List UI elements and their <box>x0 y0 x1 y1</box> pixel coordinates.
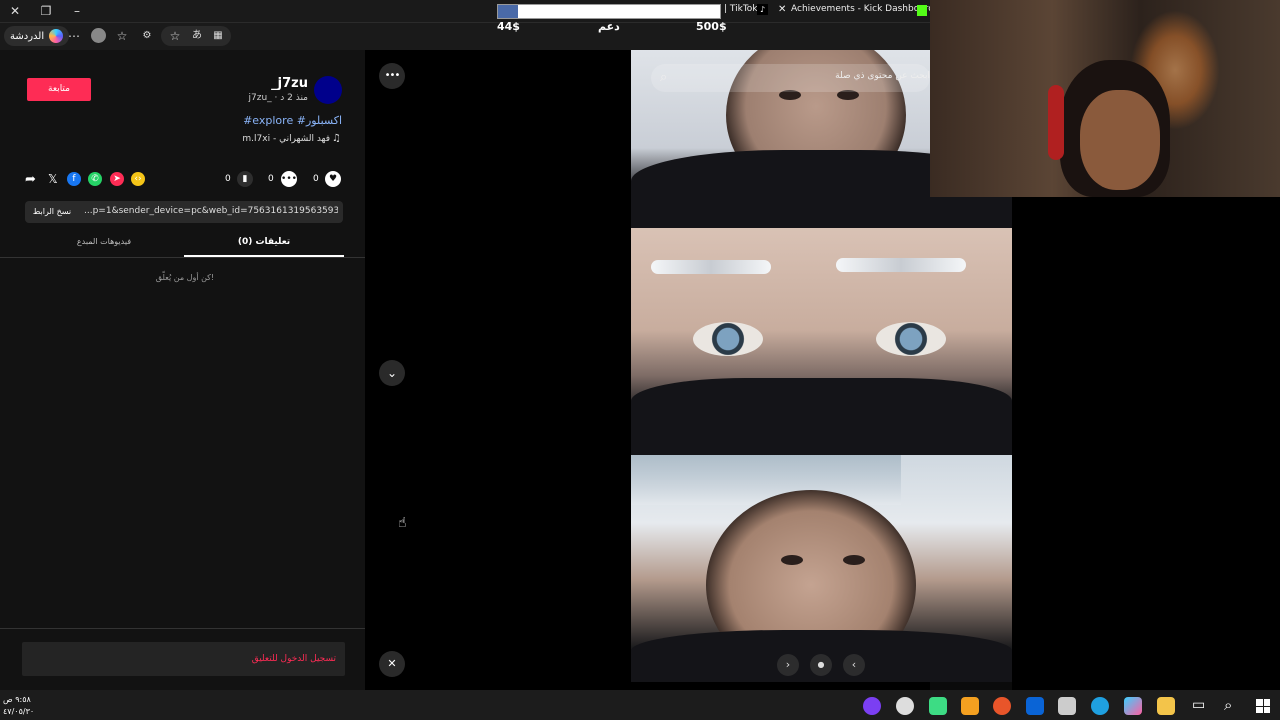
store-icon[interactable] <box>1058 697 1076 715</box>
embed-icon[interactable]: ‹› <box>131 172 145 186</box>
more-options-icon[interactable]: ⋯ <box>67 26 81 46</box>
slide-indicator-dot[interactable]: ● <box>810 654 832 676</box>
share-arrow-icon[interactable]: ➦ <box>25 172 36 187</box>
headphone-icon <box>1048 85 1064 160</box>
mouse-cursor-icon: ☝ <box>398 515 407 531</box>
copilot-icon <box>49 29 64 43</box>
favorite-star-icon[interactable]: ☆ <box>168 26 182 46</box>
like-count: 0 <box>313 174 319 184</box>
task-view-icon[interactable]: ▭ <box>1192 697 1205 713</box>
split-screen-icon[interactable]: ▦ <box>211 26 225 46</box>
login-divider <box>0 628 365 629</box>
mute-icon[interactable]: ✕ <box>379 651 405 677</box>
more-options-icon[interactable]: ••• <box>379 63 405 89</box>
chevron-down-icon[interactable]: ⌄ <box>379 360 405 386</box>
bookmark-icon[interactable]: ▮ <box>237 171 253 187</box>
streamer-face <box>1080 90 1160 190</box>
app-icon-5[interactable] <box>993 697 1011 715</box>
telegram-icon[interactable]: ➤ <box>110 172 124 186</box>
music-note-icon: ♫ <box>332 133 341 144</box>
app-icon-4[interactable] <box>961 697 979 715</box>
windows-taskbar <box>0 690 1280 720</box>
chat-label: الدردشة <box>10 30 45 42</box>
minimize-window-icon[interactable]: – <box>70 1 84 21</box>
related-search-placeholder[interactable]: ابحث عن محتوى ذي صلة <box>783 71 930 81</box>
restore-window-icon[interactable]: ❐ <box>39 1 53 21</box>
follow-button[interactable]: متابعة <box>27 78 91 101</box>
donation-goal-fill <box>498 5 518 18</box>
goal-current: 44$ <box>497 20 520 33</box>
login-to-comment-link[interactable]: تسجيل الدخول للتعليق <box>180 654 336 664</box>
comment-icon[interactable]: ••• <box>281 171 297 187</box>
extensions-icon[interactable]: ⚙ <box>140 26 154 46</box>
next-slide-icon[interactable]: › <box>777 654 799 676</box>
share-link-text[interactable]: ...p=1&sender_device=pc&web_id=756316131… <box>84 206 338 216</box>
tab-tiktok-title[interactable]: | TikTok <box>724 4 758 14</box>
clock-time[interactable]: ٩:٥٨ ص <box>3 695 31 704</box>
clock-date[interactable]: ٤٧/٠٥/٣٠ <box>3 707 34 716</box>
tab-kick-title[interactable]: Achievements - Kick Dashboard <box>791 4 934 14</box>
windows-start-icon[interactable] <box>1256 699 1270 713</box>
chat-button[interactable]: الدردشة <box>4 26 70 46</box>
webcam-overlay <box>930 0 1280 197</box>
file-explorer-icon[interactable] <box>1157 697 1175 715</box>
search-icon[interactable]: ⌕ <box>1224 696 1232 714</box>
copy-link-button[interactable]: نسخ الرابط <box>28 203 76 221</box>
kick-logo-icon <box>917 5 927 16</box>
x-icon[interactable]: 𝕏 <box>48 172 58 186</box>
post-meta: j7zu_ · منذ 2 د <box>248 93 308 103</box>
profile-avatar-icon[interactable] <box>91 28 106 43</box>
donation-goal-bar <box>497 4 721 19</box>
app-icon-1[interactable] <box>863 697 881 715</box>
whatsapp-icon[interactable]: ✆ <box>88 172 102 186</box>
edge-icon[interactable] <box>1091 697 1109 715</box>
empty-comments-text: كن أول من يُعلّق! <box>155 273 215 282</box>
close-window-icon[interactable]: ✕ <box>8 1 22 21</box>
creator-avatar[interactable] <box>314 76 342 104</box>
creator-username[interactable]: _j7zu <box>270 76 308 91</box>
slide-photo-3 <box>631 455 1012 682</box>
post-details-panel <box>0 50 365 690</box>
tab-comments[interactable]: (0) تعليقات <box>184 237 344 247</box>
heart-icon[interactable]: ♥ <box>325 171 341 187</box>
tiktok-logo-icon: ♪ <box>757 4 768 15</box>
umbrella-shape <box>631 455 901 505</box>
favorites-icon[interactable]: ☆ <box>115 26 129 46</box>
prev-slide-icon[interactable]: ‹ <box>843 654 865 676</box>
slide-photo-2 <box>631 228 1012 455</box>
outlook-icon[interactable] <box>1026 697 1044 715</box>
read-aloud-icon[interactable]: あ <box>190 26 204 46</box>
tab-divider <box>0 257 365 258</box>
search-icon: ⌕ <box>660 70 668 85</box>
tab-creator-videos[interactable]: فيديوهات المبدع <box>24 237 184 246</box>
post-hashtags[interactable]: #explore #اكسبلور <box>200 114 342 127</box>
tab-close-icon[interactable]: ✕ <box>778 4 786 15</box>
right-black-area <box>1012 197 1280 690</box>
save-count: 0 <box>225 174 231 184</box>
goal-target: 500$ <box>696 20 727 33</box>
app-icon-3[interactable] <box>929 697 947 715</box>
goal-label: دعم <box>598 20 620 33</box>
copilot-taskbar-icon[interactable] <box>1124 697 1142 715</box>
post-sound[interactable]: m.l7xi - فهد الشهراني <box>220 134 330 144</box>
comment-count: 0 <box>268 174 274 184</box>
facebook-icon[interactable]: f <box>67 172 81 186</box>
app-icon-2[interactable] <box>896 697 914 715</box>
